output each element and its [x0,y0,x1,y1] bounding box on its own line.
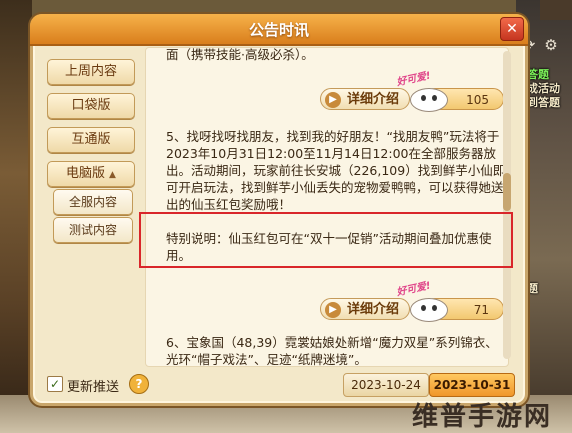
detail-label-1: 详细介绍 [346,92,399,107]
detail-button-2[interactable]: ▶ 详细介绍 [320,298,410,320]
game-background-left [0,0,32,433]
close-button[interactable]: ✕ [500,17,524,41]
nav-pc[interactable]: 电脑版 ▲ [47,161,135,187]
nav-pc-label: 电脑版 [66,166,106,181]
expand-arrow-icon: ▲ [109,170,116,180]
detail-label-2: 详细介绍 [346,302,399,317]
update-push-label: 更新推送 [67,380,120,395]
date-tab-previous[interactable]: 2023-10-24 [343,373,429,397]
post-text-3: 6、宝象国（48,39）霓裳姑娘处新增“魔力双星”系列锦衣、光环“帽子戏法”、足… [166,335,498,367]
watermark: 维普手游网 [412,402,553,432]
mascot-bubble-2: 好可爱! [395,280,432,299]
arrow-right-icon: ▶ [325,92,341,108]
nav-test[interactable]: 测试内容 [53,217,133,243]
post-text-2: 5、找呀找呀找朋友，找到我的好朋友！“找朋友鸭”玩法将于2023年10月31日1… [166,129,506,212]
scrollbar-thumb[interactable] [503,173,511,211]
help-icon[interactable]: ? [129,374,149,394]
update-push-checkbox[interactable]: ✓ [47,376,63,392]
announcement-panel: 公告时讯 ✕ 上周内容 口袋版 互通版 电脑版 ▲ 全服内容 测试内容 面（携带技… [30,14,528,406]
highlight-box [139,212,513,268]
nav-interop[interactable]: 互通版 [47,127,135,153]
announcement-content[interactable]: 面（携带技能·高级必杀）。 ▶ 详细介绍 105 好可爱! 5、找呀找呀找朋友，找… [145,47,509,367]
date-tab-current[interactable]: 2023-10-31 [429,373,515,397]
detail-button-1[interactable]: ▶ 详细介绍 [320,88,410,110]
arrow-right-icon: ▶ [325,302,341,318]
top-right-corner [540,0,572,20]
mascot-bubble-1: 好可爱! [395,70,432,89]
panel-title: 公告时讯 [248,21,309,39]
mascot-icon: 好可爱! [396,280,450,322]
nav-pocket[interactable]: 口袋版 [47,93,135,119]
title-bar: 公告时讯 ✕ [30,14,528,46]
footer-bar: ✓ 更新推送 ? 2023-10-24 2023-10-31 [33,369,525,399]
gear-icon[interactable]: ⚙ [542,36,560,54]
nav-last-week[interactable]: 上周内容 [47,59,135,85]
mascot-icon: 好可爱! [396,70,450,112]
nav-all-servers[interactable]: 全服内容 [53,189,133,215]
post-text-1: 面（携带技能·高级必杀）。 [166,47,314,62]
content-scrollbar[interactable] [503,51,511,359]
